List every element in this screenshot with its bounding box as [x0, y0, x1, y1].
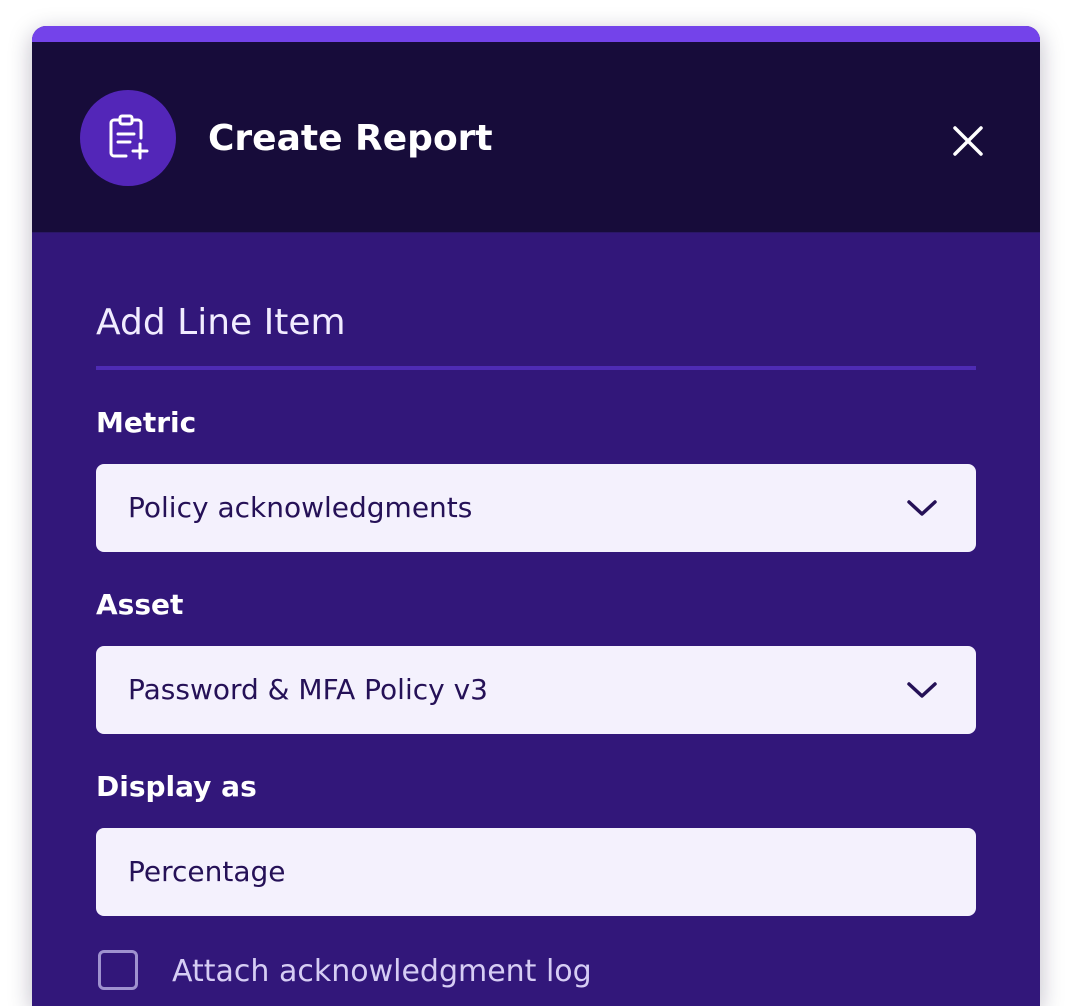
asset-label: Asset	[96, 588, 184, 621]
display-as-field[interactable]: Percentage	[96, 828, 976, 916]
clipboard-plus-icon	[80, 90, 176, 186]
section-divider	[96, 366, 976, 370]
dialog-title: Create Report	[208, 118, 493, 159]
asset-select-value: Password & MFA Policy v3	[128, 673, 488, 706]
close-icon	[953, 126, 983, 156]
display-as-label: Display as	[96, 770, 257, 803]
attach-log-checkbox[interactable]	[98, 950, 138, 990]
metric-label: Metric	[96, 406, 197, 439]
create-report-dialog: Create Report Add Line Item Metric Polic…	[32, 26, 1040, 1006]
chevron-down-icon	[904, 674, 940, 706]
close-button[interactable]	[946, 119, 990, 163]
section-title: Add Line Item	[96, 302, 346, 343]
asset-select[interactable]: Password & MFA Policy v3	[96, 646, 976, 734]
metric-select[interactable]: Policy acknowledgments	[96, 464, 976, 552]
metric-select-value: Policy acknowledgments	[128, 491, 473, 524]
accent-bar	[32, 26, 1040, 42]
display-as-value: Percentage	[128, 855, 286, 888]
chevron-down-icon	[904, 492, 940, 524]
attach-log-label[interactable]: Attach acknowledgment log	[172, 952, 592, 992]
dialog-header: Create Report	[32, 42, 1040, 233]
